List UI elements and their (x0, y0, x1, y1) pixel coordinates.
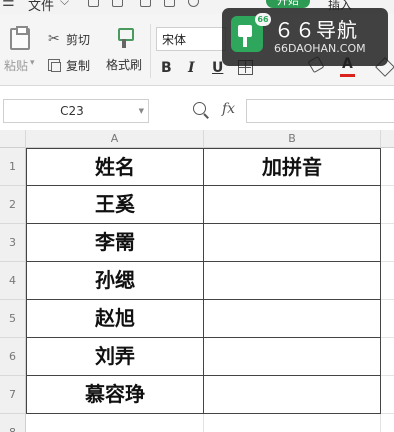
zoom-icon[interactable] (193, 102, 209, 118)
row-header[interactable]: 1 (0, 148, 26, 186)
save-icon[interactable] (88, 0, 99, 7)
select-all-corner[interactable] (0, 130, 26, 148)
cell-name[interactable]: 孙缌 (26, 262, 204, 300)
cell-c[interactable] (381, 376, 394, 414)
font-name-value: 宋体 (162, 33, 187, 47)
paste-button[interactable]: 粘贴 (4, 57, 28, 74)
spreadsheet-grid: A B 1姓名加拼音 2王奚3李罱4孙缌5赵旭6刘弄7慕容琤8 (0, 130, 394, 432)
column-header-c[interactable] (381, 130, 394, 148)
cell-name[interactable] (26, 414, 204, 432)
font-name-select[interactable]: 宋体 (156, 27, 226, 51)
row-header[interactable]: 2 (0, 186, 26, 224)
watermark-subtitle: 66DAOHAN.COM (274, 42, 366, 55)
cell-c[interactable] (381, 262, 394, 300)
copy-icon (48, 59, 61, 72)
cell-reference: C23 (60, 104, 84, 118)
scissors-icon: ✂ (48, 31, 60, 47)
cell-name[interactable]: 李罱 (26, 224, 204, 262)
cell-pinyin[interactable] (204, 414, 381, 432)
column-header-a[interactable]: A (26, 130, 204, 148)
cell-pinyin[interactable] (204, 186, 381, 224)
tab-start[interactable]: 开始 (266, 0, 310, 8)
chevron-down-icon[interactable]: ⌵ (60, 0, 69, 9)
name-box[interactable]: C23 ▼ (3, 99, 149, 123)
row-header[interactable]: 7 (0, 376, 26, 414)
cell-c[interactable] (381, 300, 394, 338)
preview-icon[interactable] (164, 0, 175, 7)
header-cell-name[interactable]: 姓名 (26, 148, 204, 186)
format-painter-button[interactable]: 格式刷 (104, 28, 144, 80)
format-painter-label: 格式刷 (105, 58, 142, 72)
cell-c[interactable] (381, 186, 394, 224)
cell-pinyin[interactable] (204, 224, 381, 262)
underline-button[interactable]: U (212, 60, 223, 76)
function-icon[interactable]: fx (222, 101, 235, 117)
cut-button[interactable]: ✂ 剪切 (48, 30, 90, 48)
row-header[interactable]: 6 (0, 338, 26, 376)
watermark-badge: 66 (255, 13, 271, 26)
copy-label: 复制 (66, 58, 91, 73)
cell-c[interactable] (381, 414, 394, 432)
row-header[interactable]: 4 (0, 262, 26, 300)
undo-icon[interactable] (188, 0, 199, 7)
header-cell-pinyin[interactable]: 加拼音 (204, 148, 381, 186)
cell-pinyin[interactable] (204, 376, 381, 414)
row-header[interactable]: 8 (0, 414, 26, 432)
cell-pinyin[interactable] (204, 338, 381, 376)
paintbrush-icon (116, 28, 134, 48)
cut-label: 剪切 (66, 32, 91, 47)
formula-input[interactable] (246, 99, 394, 123)
column-header-b[interactable]: B (204, 130, 381, 148)
bold-button[interactable]: B (161, 60, 172, 76)
divider (150, 24, 151, 78)
copy-button[interactable]: 复制 (48, 56, 90, 74)
formula-bar: C23 ▼ fx (0, 92, 394, 128)
cell-pinyin[interactable] (204, 300, 381, 338)
cell-name[interactable]: 王奚 (26, 186, 204, 224)
site-watermark: 66 ６６导航 66DAOHAN.COM (222, 8, 388, 66)
cell-c[interactable] (381, 148, 394, 186)
row-header[interactable]: 5 (0, 300, 26, 338)
hamburger-menu-icon[interactable]: ☰ (2, 0, 15, 10)
paste-dropdown-icon[interactable]: ▾ (30, 58, 35, 68)
cell-name[interactable]: 刘弄 (26, 338, 204, 376)
cell-name[interactable]: 赵旭 (26, 300, 204, 338)
row-header[interactable]: 3 (0, 224, 26, 262)
print-icon[interactable] (140, 0, 151, 7)
chevron-down-icon[interactable]: ▼ (139, 107, 144, 115)
cell-c[interactable] (381, 224, 394, 262)
watermark-title: ６６导航 (274, 18, 358, 42)
export-icon[interactable] (112, 0, 123, 7)
cell-name[interactable]: 慕容琤 (26, 376, 204, 414)
file-menu[interactable]: 文件 (28, 0, 54, 14)
cell-c[interactable] (381, 338, 394, 376)
cell-pinyin[interactable] (204, 262, 381, 300)
paste-icon[interactable] (10, 26, 30, 50)
italic-button[interactable]: I (188, 60, 195, 76)
